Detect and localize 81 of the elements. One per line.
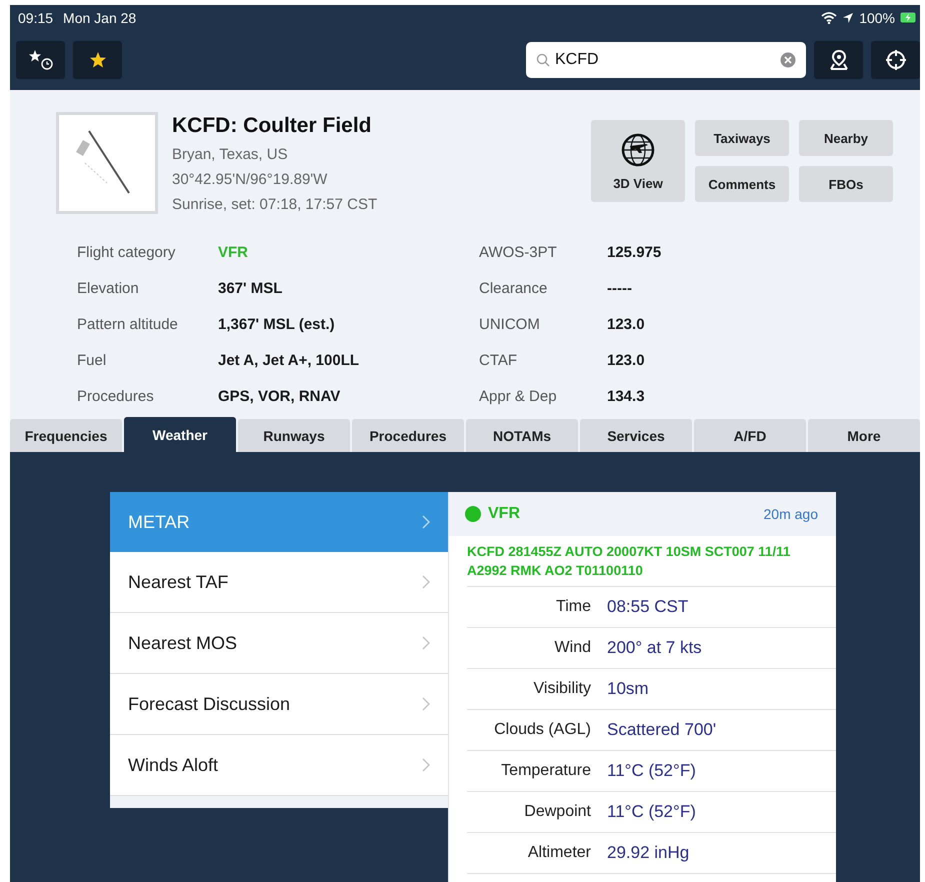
menu-item[interactable]: Forecast Discussion: [110, 674, 448, 735]
metar-value: 11°C (52°F): [607, 802, 696, 822]
chevron-icon: [422, 515, 430, 529]
action-button[interactable]: Taxiways: [695, 120, 789, 156]
metar-label: Altimeter: [526, 844, 591, 862]
detail-label: Flight category: [77, 243, 176, 263]
detail-value: VFR: [218, 243, 249, 263]
map-pin-button[interactable]: [814, 41, 863, 79]
metar-value: Scattered 700': [607, 720, 716, 740]
metar-label: Dewpoint: [523, 803, 591, 821]
metar-value: 08:55 CST: [607, 597, 688, 617]
detail-label: Fuel: [77, 351, 108, 371]
wifi-icon: [821, 12, 838, 24]
detail-value: Jet A, Jet A+, 100LL: [218, 351, 360, 371]
detail-label: AWOS-3PT: [479, 243, 558, 263]
action-button[interactable]: Nearby: [799, 120, 893, 156]
search-field[interactable]: KCFD: [526, 42, 806, 78]
detail-value: GPS, VOR, RNAV: [218, 387, 342, 407]
tab[interactable]: Runways: [238, 419, 350, 452]
chevron-icon: [422, 697, 430, 711]
star-clock-icon: [28, 49, 54, 71]
star-icon: [88, 51, 106, 69]
airport-diagram-thumbnail[interactable]: [56, 112, 158, 214]
tab[interactable]: Weather: [124, 417, 236, 452]
detail-value: 134.3: [607, 387, 646, 407]
menu-item[interactable]: Nearest TAF: [110, 552, 448, 613]
metar-label: Temperature: [500, 762, 591, 780]
metar-value: 29.92 inHg: [607, 843, 690, 863]
metar-value: 11°C (52°F): [607, 761, 696, 781]
tab[interactable]: More: [808, 419, 920, 452]
battery-percent: 100%: [859, 10, 895, 26]
detail-label: UNICOM: [479, 315, 541, 335]
tab[interactable]: A/FD: [694, 419, 806, 452]
sunrise-sunset: Sunrise, set: 07:18, 17:57 CST: [172, 195, 378, 215]
detail-value: -----: [607, 279, 633, 299]
metar-value: 200° at 7 kts: [607, 638, 702, 658]
metar-label: Clouds (AGL): [493, 721, 591, 739]
detail-value: 125.975: [607, 243, 662, 263]
detail-label: CTAF: [479, 351, 518, 371]
3d-view-button[interactable]: 3D View: [591, 120, 685, 202]
recent-favorites-button[interactable]: [16, 41, 65, 79]
raw-metar: KCFD 281455Z AUTO 20007KT 10SM SCT007 11/11 A2992 RMK AO2 T01100110: [467, 536, 836, 587]
menu-item[interactable]: Winds Aloft: [110, 735, 448, 796]
map-pin-icon: [828, 49, 850, 71]
menu-item[interactable]: Nearest MOS: [110, 613, 448, 674]
metar-label: Time: [555, 598, 591, 616]
tab[interactable]: Procedures: [352, 419, 464, 452]
detail-value: 367' MSL: [218, 279, 284, 299]
action-button[interactable]: FBOs: [799, 166, 893, 202]
favorites-button[interactable]: [73, 41, 122, 79]
detail-value: 1,367' MSL (est.): [218, 315, 336, 335]
chevron-icon: [422, 636, 430, 650]
locate-button[interactable]: [871, 41, 920, 79]
detail-value: 123.0: [607, 351, 646, 371]
tab[interactable]: Frequencies: [10, 419, 122, 452]
detail-label: Pattern altitude: [77, 315, 179, 335]
metar-label: Visibility: [532, 680, 591, 698]
detail-label: Procedures: [77, 387, 155, 407]
metar-value: 10sm: [607, 679, 649, 699]
crosshair-icon: [884, 49, 906, 71]
detail-label: Appr & Dep: [479, 387, 558, 407]
battery-icon: [900, 12, 916, 23]
detail-value: 123.0: [607, 315, 646, 335]
globe-airplane-icon: [620, 132, 656, 168]
report-age: 20m ago: [764, 506, 818, 522]
airport-title: KCFD: Coulter Field: [172, 114, 372, 138]
clear-icon: [780, 52, 796, 68]
detail-label: Clearance: [479, 279, 548, 299]
flight-category: VFR: [488, 505, 520, 523]
location-arrow-icon: [842, 12, 854, 24]
tab[interactable]: Services: [580, 419, 692, 452]
airport-coordinates: 30°42.95'N/96°19.89'W: [172, 170, 328, 190]
chevron-icon: [422, 575, 430, 589]
chevron-icon: [422, 758, 430, 772]
tab[interactable]: NOTAMs: [466, 419, 578, 452]
detail-label: Elevation: [77, 279, 140, 299]
airport-location: Bryan, Texas, US: [172, 145, 289, 165]
date: Mon Jan 28: [63, 10, 136, 26]
action-button[interactable]: Comments: [695, 166, 789, 202]
clock-time: 09:15: [18, 10, 54, 26]
metar-label: Wind: [554, 639, 591, 657]
